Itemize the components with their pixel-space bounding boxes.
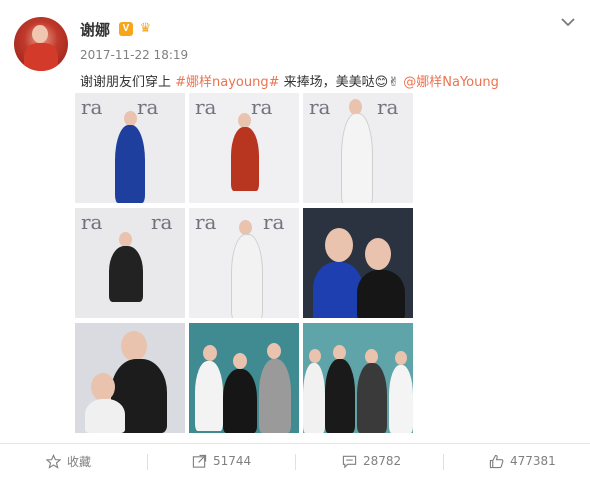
photo-brand-label: ra: [151, 210, 173, 234]
photo-brand-label: ra: [195, 95, 217, 119]
thumbs-up-icon: [489, 454, 504, 468]
divider: [443, 454, 444, 470]
photo-thumbnail[interactable]: ra ra: [303, 93, 413, 203]
post-text-middle: 来捧场，美美哒: [279, 75, 375, 90]
post-timestamp[interactable]: 2017-11-22 18:19: [80, 48, 188, 62]
photo-brand-label: ra: [195, 210, 217, 234]
photo-brand-label: ra: [81, 95, 103, 119]
favorite-button[interactable]: 收藏: [46, 444, 91, 478]
photo-brand-label: ra: [137, 95, 159, 119]
photo-brand-label: ra: [251, 95, 273, 119]
photo-thumbnail[interactable]: [189, 323, 299, 433]
divider: [295, 454, 296, 470]
post-text-start: 谢谢朋友们穿上: [80, 75, 176, 90]
photo-grid: ra ra ra ra ra ra ra ra ra ra: [75, 93, 413, 433]
favorite-label: 收藏: [67, 454, 92, 469]
post-text: 谢谢朋友们穿上 #娜样nayoung# 来捧场，美美哒😊✌ @娜样NaYoung: [80, 71, 499, 90]
verified-badge-icon: V: [119, 22, 133, 36]
crown-icon: ♛: [139, 21, 152, 36]
repost-icon: [192, 454, 207, 468]
comment-button[interactable]: 28782: [342, 444, 401, 478]
comment-count: 28782: [363, 454, 402, 468]
mention-link[interactable]: @娜样NaYoung: [403, 75, 499, 90]
divider: [147, 454, 148, 470]
repost-button[interactable]: 51744: [192, 444, 251, 478]
photo-thumbnail[interactable]: [303, 323, 413, 433]
photo-brand-label: ra: [377, 95, 399, 119]
hashtag-link[interactable]: #娜样nayoung#: [175, 75, 279, 90]
photo-thumbnail[interactable]: [75, 323, 185, 433]
comment-icon: [342, 455, 357, 468]
smile-emoji-icon: 😊: [374, 75, 389, 90]
photo-thumbnail[interactable]: ra ra: [189, 93, 299, 203]
photo-thumbnail[interactable]: [303, 208, 413, 318]
chevron-down-icon[interactable]: [558, 14, 578, 32]
photo-thumbnail[interactable]: ra ra: [75, 208, 185, 318]
weibo-post-card: 谢娜 V ♛ 2017-11-22 18:19 谢谢朋友们穿上 #娜样nayou…: [0, 0, 590, 478]
star-icon: [46, 453, 61, 469]
photo-thumbnail[interactable]: ra ra: [189, 208, 299, 318]
photo-brand-label: ra: [263, 210, 285, 234]
like-button[interactable]: 477381: [489, 444, 556, 478]
action-bar: 收藏 51744 28782 477381: [0, 443, 590, 478]
victory-emoji-icon: ✌: [388, 75, 400, 90]
photo-brand-label: ra: [81, 210, 103, 234]
repost-count: 51744: [213, 454, 252, 468]
like-count: 477381: [510, 454, 556, 468]
photo-thumbnail[interactable]: ra ra: [75, 93, 185, 203]
avatar[interactable]: [14, 17, 68, 71]
photo-brand-label: ra: [309, 95, 331, 119]
username[interactable]: 谢娜: [80, 19, 110, 40]
